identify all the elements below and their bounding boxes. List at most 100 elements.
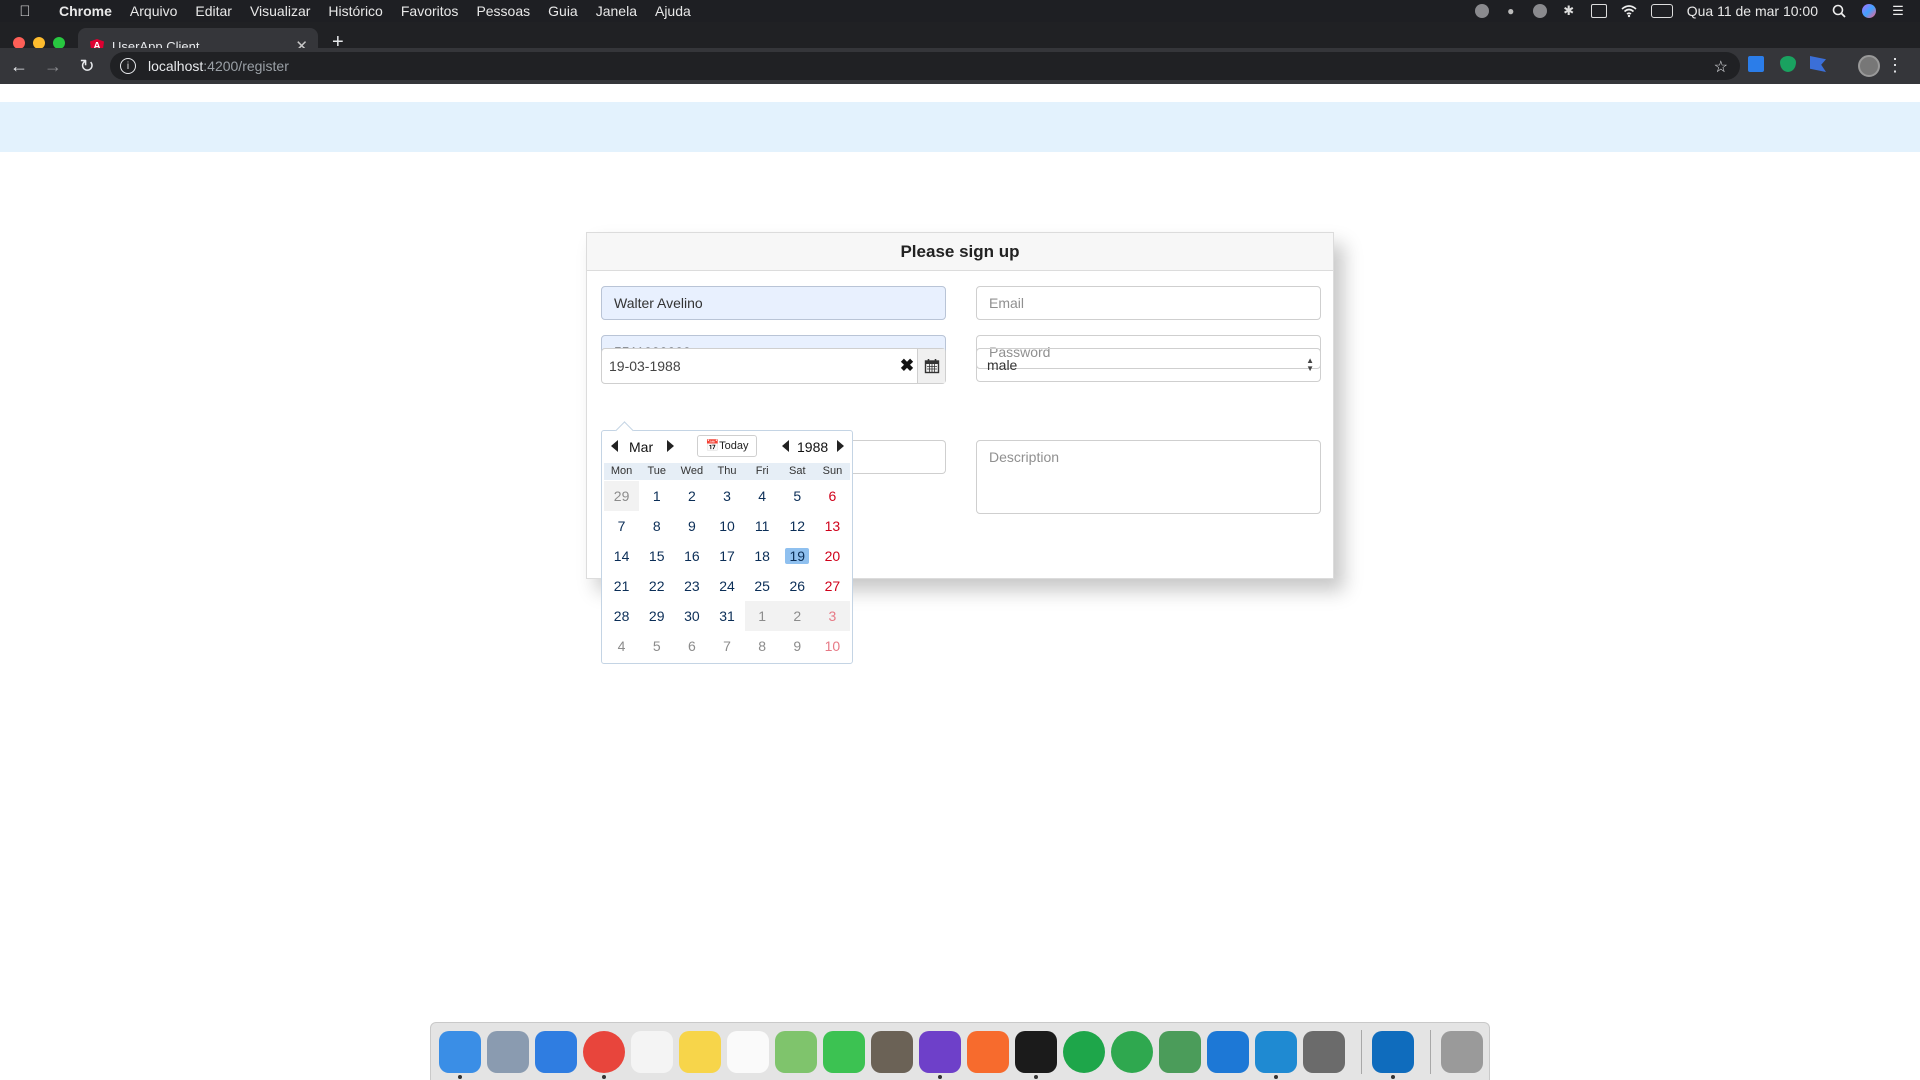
reminders-icon[interactable]: [727, 1030, 769, 1073]
calendar-day[interactable]: 5: [780, 481, 815, 511]
calendar-day[interactable]: 29: [604, 481, 640, 511]
next-year-icon[interactable]: [837, 440, 844, 452]
next-month-icon[interactable]: [667, 440, 674, 452]
calendar-day[interactable]: 15: [639, 541, 674, 571]
address-bar[interactable]: i localhost:4200/register ☆: [110, 52, 1740, 80]
menu-janela[interactable]: Janela: [587, 3, 646, 19]
calendar-day[interactable]: 6: [674, 631, 709, 661]
calendar-day[interactable]: 23: [674, 571, 709, 601]
microphone-icon[interactable]: ●: [1503, 4, 1519, 18]
wifi-icon[interactable]: [1621, 4, 1637, 18]
maps-icon[interactable]: [775, 1030, 817, 1073]
calendar-day[interactable]: 30: [674, 601, 709, 631]
prev-month-icon[interactable]: [611, 440, 618, 452]
profile-avatar[interactable]: [1858, 55, 1880, 77]
today-button[interactable]: 📅Today: [697, 435, 757, 457]
calendar-day[interactable]: 3: [709, 481, 744, 511]
name-input[interactable]: Walter Avelino: [601, 286, 946, 320]
download-extension-icon[interactable]: [1748, 56, 1764, 72]
calendar-day[interactable]: 4: [745, 481, 780, 511]
calendar-day[interactable]: 20: [815, 541, 850, 571]
spotlight-search-icon[interactable]: [1832, 4, 1848, 18]
calendar-day[interactable]: 25: [745, 571, 780, 601]
description-textarea[interactable]: Description: [976, 440, 1321, 514]
robo3t-icon[interactable]: [1111, 1030, 1153, 1073]
calendar-toggle-icon[interactable]: [917, 349, 945, 383]
siri-icon[interactable]: [1862, 4, 1876, 18]
calendar-day[interactable]: 8: [639, 511, 674, 541]
mongodb-compass-icon[interactable]: [1063, 1030, 1105, 1073]
calendar-day[interactable]: 10: [709, 511, 744, 541]
safari-icon[interactable]: [535, 1030, 577, 1073]
menu-historico[interactable]: Histórico: [319, 3, 391, 19]
trash-icon[interactable]: [1441, 1030, 1483, 1073]
calendar-day[interactable]: 7: [709, 631, 744, 661]
menu-ajuda[interactable]: Ajuda: [646, 3, 700, 19]
calendar-day[interactable]: 12: [780, 511, 815, 541]
prev-year-icon[interactable]: [782, 440, 789, 452]
partially-hidden-input[interactable]: [842, 440, 946, 474]
calendar-day[interactable]: 9: [674, 511, 709, 541]
calendar-day[interactable]: 1: [744, 601, 780, 631]
vscode-icon[interactable]: [1255, 1030, 1297, 1079]
calendar-day[interactable]: 28: [604, 601, 639, 631]
menu-arquivo[interactable]: Arquivo: [121, 3, 186, 19]
forward-button[interactable]: →: [38, 52, 68, 80]
menu-pessoas[interactable]: Pessoas: [467, 3, 539, 19]
calendar-day[interactable]: 10: [815, 631, 850, 661]
gimp-icon[interactable]: [871, 1030, 913, 1073]
xcode-icon[interactable]: [1207, 1030, 1249, 1073]
site-info-icon[interactable]: i: [120, 58, 136, 74]
android-studio-icon[interactable]: [1159, 1030, 1201, 1073]
back-button[interactable]: ←: [4, 52, 34, 80]
calendar-day[interactable]: 3: [814, 601, 850, 631]
calendar-day[interactable]: 31: [709, 601, 744, 631]
calendar-day[interactable]: 29: [639, 601, 674, 631]
shield-extension-icon[interactable]: [1780, 56, 1796, 72]
status-dot-icon[interactable]: [1532, 4, 1547, 18]
terminal-icon[interactable]: [1015, 1030, 1057, 1079]
calendar-day[interactable]: 17: [709, 541, 744, 571]
calendar-day[interactable]: 4: [604, 631, 639, 661]
menu-app-name[interactable]: Chrome: [50, 3, 121, 19]
calendar-day[interactable]: 14: [604, 541, 639, 571]
launchpad-icon[interactable]: [487, 1030, 529, 1073]
outlook-icon[interactable]: [1372, 1030, 1414, 1079]
calendar-day[interactable]: 18: [745, 541, 780, 571]
reload-button[interactable]: ↻: [72, 52, 102, 80]
email-input[interactable]: Email: [976, 286, 1321, 320]
chrome-menu-icon[interactable]: ⋮: [1886, 54, 1904, 76]
calendar-day[interactable]: 27: [815, 571, 850, 601]
notification-center-icon[interactable]: ☰: [1890, 4, 1906, 18]
system-preferences-icon[interactable]: [1303, 1030, 1345, 1073]
clear-date-icon[interactable]: ✖: [897, 356, 917, 376]
calendar-day[interactable]: 21: [604, 571, 639, 601]
calendar-day[interactable]: 26: [780, 571, 815, 601]
datepicker-month[interactable]: Mar: [629, 437, 653, 457]
calendar-icon[interactable]: [631, 1030, 673, 1073]
apple-menu-icon[interactable]: : [0, 3, 50, 20]
postman-icon[interactable]: [967, 1030, 1009, 1073]
calendar-day[interactable]: 16: [674, 541, 709, 571]
bookmark-star-icon[interactable]: ☆: [1714, 57, 1728, 77]
finder-icon[interactable]: [439, 1030, 481, 1079]
facetime-icon[interactable]: [823, 1030, 865, 1073]
calendar-day[interactable]: 6: [815, 481, 850, 511]
calendar-day[interactable]: 19: [780, 541, 815, 571]
calendar-day[interactable]: 24: [709, 571, 744, 601]
menu-editar[interactable]: Editar: [186, 3, 241, 19]
notes-icon[interactable]: [679, 1030, 721, 1073]
chrome-icon[interactable]: [583, 1030, 625, 1079]
calendar-tray-icon[interactable]: [1590, 4, 1607, 18]
status-dot-icon[interactable]: [1474, 4, 1489, 18]
calendar-day[interactable]: 22: [639, 571, 674, 601]
calendar-day[interactable]: 2: [779, 601, 815, 631]
birthdate-value[interactable]: 19-03-1988: [602, 358, 897, 374]
menu-visualizar[interactable]: Visualizar: [241, 3, 319, 19]
calendar-day[interactable]: 13: [815, 511, 850, 541]
menu-favoritos[interactable]: Favoritos: [392, 3, 468, 19]
bluetooth-icon[interactable]: ✱: [1561, 4, 1577, 18]
github-desktop-icon[interactable]: [919, 1030, 961, 1079]
gender-select[interactable]: male ▲ ▼: [976, 348, 1321, 382]
datepicker-year[interactable]: 1988: [797, 437, 828, 457]
